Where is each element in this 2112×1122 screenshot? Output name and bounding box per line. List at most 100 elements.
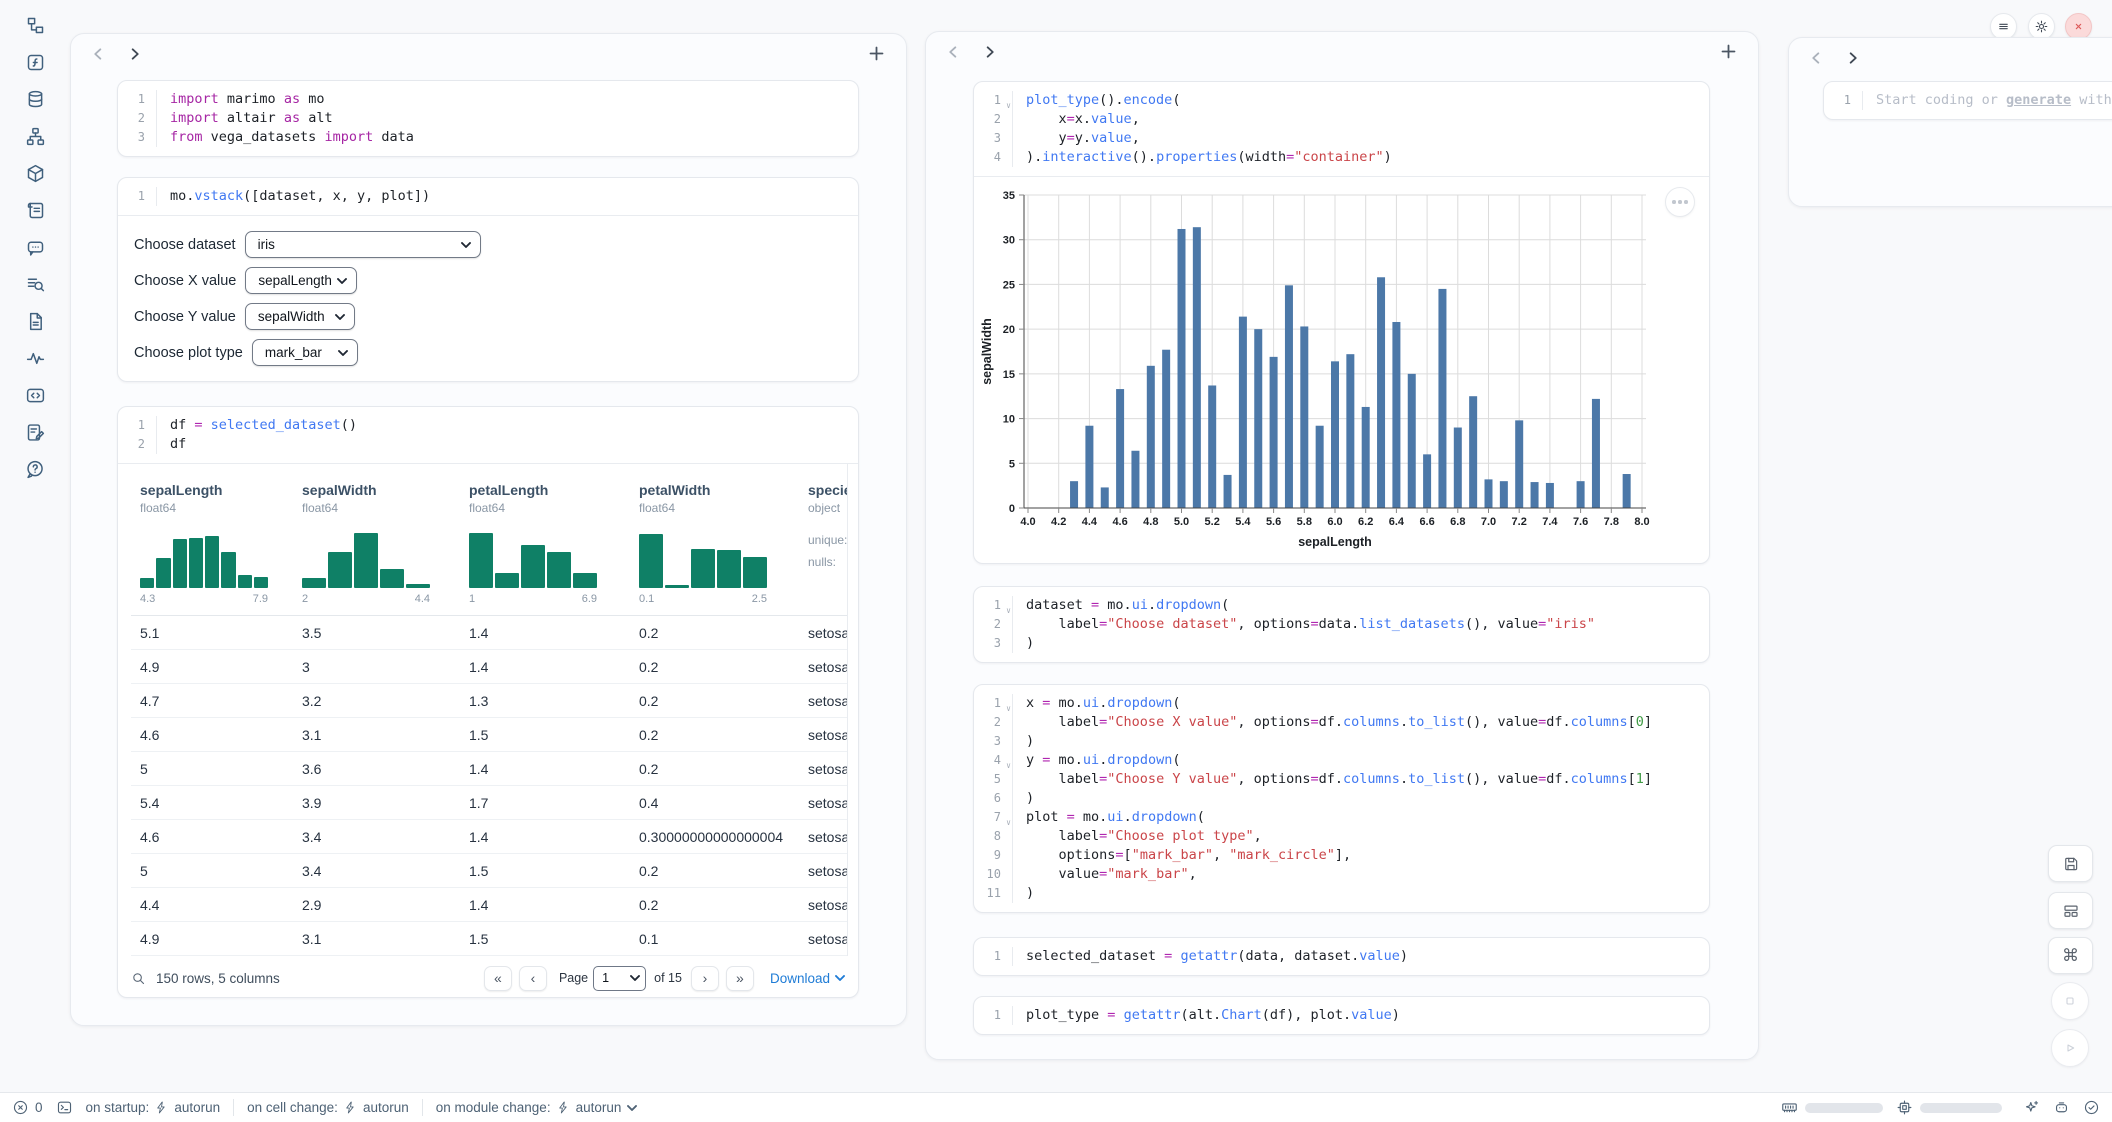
plot-type-dropdown[interactable]: mark_bar xyxy=(252,339,358,366)
autorun-on-startup[interactable]: on startup: autorun xyxy=(86,1100,221,1115)
error-circle-icon xyxy=(12,1099,29,1116)
code-line: 3) xyxy=(974,732,1709,751)
chart-bar xyxy=(1346,354,1354,508)
ram-icon xyxy=(1781,1099,1798,1116)
documentation-icon[interactable] xyxy=(25,310,46,332)
next-page-button[interactable]: › xyxy=(691,966,719,991)
command-palette-button[interactable]: ⌘ xyxy=(2048,937,2093,974)
search-icon[interactable] xyxy=(131,971,146,986)
code-editor[interactable]: 1df = selected_dataset()2df xyxy=(118,407,858,463)
chart-bar xyxy=(1147,366,1155,508)
download-button[interactable]: Download xyxy=(770,971,845,986)
autorun-on-module-change[interactable]: on module change: autorun xyxy=(436,1100,638,1115)
ai-generate-button[interactable] xyxy=(2023,1099,2040,1116)
table-column-header[interactable]: sepalWidthfloat6424.4 xyxy=(293,482,460,605)
ram-meter[interactable] xyxy=(1781,1099,1883,1116)
dataset-dropdown[interactable]: iris xyxy=(245,231,481,258)
table-row[interactable]: 53.61.40.2setosa xyxy=(131,752,847,786)
page-select[interactable]: 1 xyxy=(593,966,646,991)
svg-text:0: 0 xyxy=(1009,503,1015,515)
profiler-icon[interactable] xyxy=(25,347,46,369)
prev-page-button[interactable]: ‹ xyxy=(519,966,547,991)
generate-link[interactable]: generate xyxy=(2006,92,2071,108)
settings-gear-icon[interactable] xyxy=(2028,13,2055,40)
add-cell-icon[interactable] xyxy=(1721,44,1736,59)
table-row[interactable]: 53.41.50.2setosa xyxy=(131,854,847,888)
table-row[interactable]: 5.13.51.40.2setosa xyxy=(131,616,847,650)
snippets-icon[interactable] xyxy=(25,384,46,406)
chevron-left-icon[interactable] xyxy=(947,45,960,59)
chart-menu-icon[interactable] xyxy=(1665,187,1695,217)
code-editor[interactable]: 1∨plot_type().encode(2 x=x.value,3 y=y.v… xyxy=(974,82,1709,176)
x-value-dropdown[interactable]: sepalLength xyxy=(245,267,357,294)
chevron-right-icon[interactable] xyxy=(128,47,141,61)
tracebacks-icon[interactable] xyxy=(25,273,46,295)
chevron-right-icon[interactable] xyxy=(983,45,996,59)
table-column-header[interactable]: sepalLengthfloat644.37.9 xyxy=(131,482,293,605)
stop-button[interactable] xyxy=(2051,982,2089,1020)
autorun-on-cell-change[interactable]: on cell change: autorun xyxy=(247,1100,409,1115)
scratchpad-icon[interactable] xyxy=(25,421,46,443)
code-editor[interactable]: 1mo.vstack([dataset, x, y, plot]) xyxy=(118,178,858,215)
menu-icon[interactable] xyxy=(1990,13,2017,40)
robot-icon xyxy=(2053,1099,2070,1116)
cpu-meter[interactable] xyxy=(1896,1099,2002,1116)
code-line: 10 value="mark_bar", xyxy=(974,865,1709,884)
dropdown-label: Choose plot type xyxy=(134,345,243,361)
chevron-left-icon[interactable] xyxy=(1810,51,1823,65)
cpu-icon xyxy=(1896,1099,1913,1116)
code-line: 3) xyxy=(974,634,1709,653)
code-line: 11) xyxy=(974,884,1709,903)
altair-bar-chart[interactable]: 4.04.24.44.64.85.05.25.45.65.86.06.26.46… xyxy=(978,181,1706,559)
terminal-button[interactable] xyxy=(56,1099,73,1116)
code-editor[interactable]: 1∨x = mo.ui.dropdown(2 label="Choose X v… xyxy=(974,685,1709,912)
code-line: 1∨plot_type().encode( xyxy=(974,91,1709,110)
functions-icon[interactable] xyxy=(25,51,46,73)
code-editor[interactable]: 1plot_type = getattr(alt.Chart(df), plot… xyxy=(974,997,1709,1034)
cell-dataset-dropdown: 1∨dataset = mo.ui.dropdown(2 label="Choo… xyxy=(973,586,1710,663)
close-icon[interactable] xyxy=(2065,13,2092,40)
table-row[interactable]: 4.63.41.40.30000000000000004setosa xyxy=(131,820,847,854)
table-column-header[interactable]: petalLengthfloat6416.9 xyxy=(460,482,630,605)
layout-button[interactable] xyxy=(2048,892,2093,929)
svg-text:20: 20 xyxy=(1003,324,1015,336)
cpu-usage-bar xyxy=(1920,1103,2002,1113)
chevron-left-icon[interactable] xyxy=(92,47,105,61)
code-editor[interactable]: 1import marimo as mo2import altair as al… xyxy=(118,81,858,156)
ai-chat-icon[interactable] xyxy=(25,236,46,258)
code-editor[interactable]: 1selected_dataset = getattr(data, datase… xyxy=(974,938,1709,975)
logs-icon[interactable] xyxy=(25,199,46,221)
chart-bar xyxy=(1131,451,1139,508)
table-row[interactable]: 4.73.21.30.2setosa xyxy=(131,684,847,718)
table-row[interactable]: 4.93.11.50.1setosa xyxy=(131,922,847,956)
help-icon[interactable] xyxy=(25,458,46,480)
connection-status-button[interactable] xyxy=(2083,1099,2100,1116)
table-row[interactable]: 5.43.91.70.4setosa xyxy=(131,786,847,820)
table-row[interactable]: 4.63.11.50.2setosa xyxy=(131,718,847,752)
save-button[interactable] xyxy=(2048,845,2093,882)
dependency-graph-icon[interactable] xyxy=(25,125,46,147)
svg-text:6.2: 6.2 xyxy=(1358,516,1373,528)
chevron-right-icon[interactable] xyxy=(1846,51,1859,65)
y-value-dropdown[interactable]: sepalWidth xyxy=(245,303,355,330)
datasources-icon[interactable] xyxy=(25,88,46,110)
ai-assistant-button[interactable] xyxy=(2053,1099,2070,1116)
file-explorer-icon[interactable] xyxy=(25,14,46,36)
chart-bar xyxy=(1254,329,1262,508)
run-button[interactable] xyxy=(2051,1029,2089,1067)
table-row[interactable]: 4.42.91.40.2setosa xyxy=(131,888,847,922)
code-editor[interactable]: 1∨dataset = mo.ui.dropdown(2 label="Choo… xyxy=(974,587,1709,662)
add-cell-icon[interactable] xyxy=(869,46,884,61)
chevron-down-icon xyxy=(627,1105,637,1111)
first-page-button[interactable]: « xyxy=(484,966,512,991)
table-column-header[interactable]: speciesobjectunique:nulls: xyxy=(799,482,848,605)
chart-output: 4.04.24.44.64.85.05.25.45.65.86.06.26.46… xyxy=(974,177,1709,563)
table-column-header[interactable]: petalWidthfloat640.12.5 xyxy=(630,482,799,605)
packages-icon[interactable] xyxy=(25,162,46,184)
error-indicator[interactable]: 0 xyxy=(12,1099,43,1116)
last-page-button[interactable]: » xyxy=(726,966,754,991)
code-line: 1∨x = mo.ui.dropdown( xyxy=(974,694,1709,713)
code-editor[interactable]: 1 Start coding or generate with xyxy=(1824,82,2112,119)
table-row[interactable]: 4.931.40.2setosa xyxy=(131,650,847,684)
row-count-summary: 150 rows, 5 columns xyxy=(156,971,280,986)
